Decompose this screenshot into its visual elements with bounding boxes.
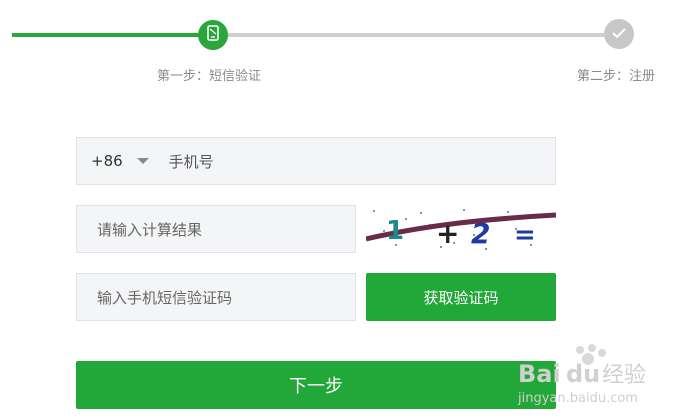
captcha-input-placeholder: 请输入计算结果 [97, 220, 203, 239]
next-step-button[interactable]: 下一步 [76, 361, 556, 409]
get-code-button[interactable]: 获取验证码 [366, 273, 556, 321]
svg-text:1: 1 [386, 216, 404, 246]
svg-text:jingyan.baidu.com: jingyan.baidu.com [517, 391, 638, 406]
step-1-label: 第一步：短信验证 [157, 69, 262, 84]
chevron-down-icon[interactable] [136, 158, 149, 164]
svg-text:2: 2 [471, 217, 490, 250]
step-2-label: 第二步：注册 [577, 69, 656, 84]
step-1-indicator [198, 20, 228, 50]
svg-text:du: du [566, 360, 600, 388]
svg-text:=: = [514, 220, 536, 250]
phone-field[interactable]: +86 手机号 [76, 137, 556, 185]
progress-fill [12, 33, 214, 37]
country-code-select[interactable]: +86 [91, 152, 123, 170]
phone-icon [206, 25, 220, 45]
phone-input[interactable]: 手机号 [169, 151, 214, 172]
captcha-image[interactable]: 1 + 2 = [366, 205, 556, 253]
svg-text:Bai: Bai [518, 360, 561, 388]
step-2-indicator [604, 19, 634, 49]
baidu-watermark-logo: Bai du 经验 jingyan.baidu.com [516, 344, 676, 416]
sms-code-placeholder: 输入手机短信验证码 [97, 288, 233, 307]
captcha-input[interactable]: 请输入计算结果 [76, 205, 356, 253]
check-icon [611, 25, 627, 44]
svg-text:+: + [436, 217, 459, 250]
sms-code-input[interactable]: 输入手机短信验证码 [76, 273, 356, 321]
svg-text:经验: 经验 [602, 363, 646, 388]
